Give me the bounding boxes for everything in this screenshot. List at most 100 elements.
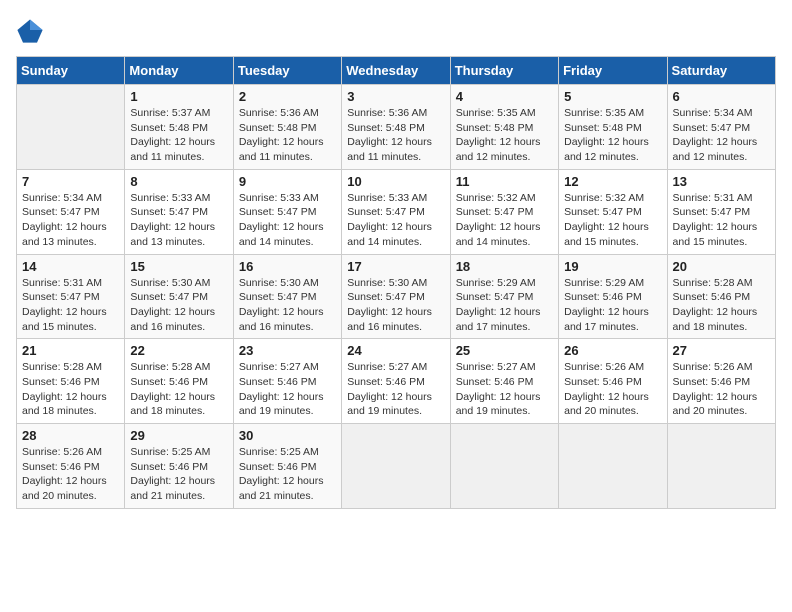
day-number: 17	[347, 259, 444, 274]
day-number: 18	[456, 259, 553, 274]
day-info: Sunrise: 5:26 AMSunset: 5:46 PMDaylight:…	[564, 360, 661, 419]
day-number: 22	[130, 343, 227, 358]
day-number: 21	[22, 343, 119, 358]
day-number: 27	[673, 343, 770, 358]
day-cell: 25 Sunrise: 5:27 AMSunset: 5:46 PMDayligh…	[450, 339, 558, 424]
day-info: Sunrise: 5:34 AMSunset: 5:47 PMDaylight:…	[22, 191, 119, 250]
logo	[16, 16, 48, 44]
day-number: 6	[673, 89, 770, 104]
day-cell: 30 Sunrise: 5:25 AMSunset: 5:46 PMDayligh…	[233, 424, 341, 509]
day-info: Sunrise: 5:32 AMSunset: 5:47 PMDaylight:…	[456, 191, 553, 250]
page-header	[16, 16, 776, 44]
day-info: Sunrise: 5:31 AMSunset: 5:47 PMDaylight:…	[22, 276, 119, 335]
day-info: Sunrise: 5:34 AMSunset: 5:47 PMDaylight:…	[673, 106, 770, 165]
day-number: 28	[22, 428, 119, 443]
day-info: Sunrise: 5:32 AMSunset: 5:47 PMDaylight:…	[564, 191, 661, 250]
column-header-saturday: Saturday	[667, 57, 775, 85]
column-header-friday: Friday	[559, 57, 667, 85]
day-cell	[450, 424, 558, 509]
day-number: 24	[347, 343, 444, 358]
day-info: Sunrise: 5:26 AMSunset: 5:46 PMDaylight:…	[22, 445, 119, 504]
day-number: 23	[239, 343, 336, 358]
day-number: 30	[239, 428, 336, 443]
day-cell: 22 Sunrise: 5:28 AMSunset: 5:46 PMDayligh…	[125, 339, 233, 424]
day-cell: 13 Sunrise: 5:31 AMSunset: 5:47 PMDayligh…	[667, 169, 775, 254]
day-info: Sunrise: 5:30 AMSunset: 5:47 PMDaylight:…	[130, 276, 227, 335]
day-info: Sunrise: 5:31 AMSunset: 5:47 PMDaylight:…	[673, 191, 770, 250]
column-header-thursday: Thursday	[450, 57, 558, 85]
day-cell: 28 Sunrise: 5:26 AMSunset: 5:46 PMDayligh…	[17, 424, 125, 509]
day-number: 4	[456, 89, 553, 104]
day-cell: 3 Sunrise: 5:36 AMSunset: 5:48 PMDaylight…	[342, 85, 450, 170]
day-cell: 24 Sunrise: 5:27 AMSunset: 5:46 PMDayligh…	[342, 339, 450, 424]
day-info: Sunrise: 5:28 AMSunset: 5:46 PMDaylight:…	[22, 360, 119, 419]
day-info: Sunrise: 5:33 AMSunset: 5:47 PMDaylight:…	[130, 191, 227, 250]
day-cell: 20Sunrise: 5:28 AMSunset: 5:46 PMDayligh…	[667, 254, 775, 339]
day-cell	[559, 424, 667, 509]
day-info: Sunrise: 5:33 AMSunset: 5:47 PMDaylight:…	[347, 191, 444, 250]
day-cell: 1 Sunrise: 5:37 AMSunset: 5:48 PMDaylight…	[125, 85, 233, 170]
column-header-sunday: Sunday	[17, 57, 125, 85]
column-header-monday: Monday	[125, 57, 233, 85]
day-number: 10	[347, 174, 444, 189]
day-info: Sunrise: 5:35 AMSunset: 5:48 PMDaylight:…	[456, 106, 553, 165]
day-cell: 11Sunrise: 5:32 AMSunset: 5:47 PMDayligh…	[450, 169, 558, 254]
day-number: 29	[130, 428, 227, 443]
day-number: 5	[564, 89, 661, 104]
day-cell: 4 Sunrise: 5:35 AMSunset: 5:48 PMDaylight…	[450, 85, 558, 170]
day-cell: 29 Sunrise: 5:25 AMSunset: 5:46 PMDayligh…	[125, 424, 233, 509]
day-cell: 21 Sunrise: 5:28 AMSunset: 5:46 PMDayligh…	[17, 339, 125, 424]
day-info: Sunrise: 5:27 AMSunset: 5:46 PMDaylight:…	[239, 360, 336, 419]
day-number: 2	[239, 89, 336, 104]
day-number: 13	[673, 174, 770, 189]
day-info: Sunrise: 5:37 AMSunset: 5:48 PMDaylight:…	[130, 106, 227, 165]
day-info: Sunrise: 5:27 AMSunset: 5:46 PMDaylight:…	[456, 360, 553, 419]
calendar-table: SundayMondayTuesdayWednesdayThursdayFrid…	[16, 56, 776, 509]
day-info: Sunrise: 5:29 AMSunset: 5:46 PMDaylight:…	[564, 276, 661, 335]
day-cell: 5 Sunrise: 5:35 AMSunset: 5:48 PMDaylight…	[559, 85, 667, 170]
header-row: SundayMondayTuesdayWednesdayThursdayFrid…	[17, 57, 776, 85]
day-number: 14	[22, 259, 119, 274]
day-cell: 10 Sunrise: 5:33 AMSunset: 5:47 PMDayligh…	[342, 169, 450, 254]
day-info: Sunrise: 5:33 AMSunset: 5:47 PMDaylight:…	[239, 191, 336, 250]
day-cell: 7 Sunrise: 5:34 AMSunset: 5:47 PMDaylight…	[17, 169, 125, 254]
day-cell	[342, 424, 450, 509]
day-cell: 6 Sunrise: 5:34 AMSunset: 5:47 PMDaylight…	[667, 85, 775, 170]
day-cell: 15 Sunrise: 5:30 AMSunset: 5:47 PMDayligh…	[125, 254, 233, 339]
day-info: Sunrise: 5:25 AMSunset: 5:46 PMDaylight:…	[130, 445, 227, 504]
day-info: Sunrise: 5:36 AMSunset: 5:48 PMDaylight:…	[347, 106, 444, 165]
column-header-tuesday: Tuesday	[233, 57, 341, 85]
day-info: Sunrise: 5:35 AMSunset: 5:48 PMDaylight:…	[564, 106, 661, 165]
day-cell: 17 Sunrise: 5:30 AMSunset: 5:47 PMDayligh…	[342, 254, 450, 339]
day-number: 7	[22, 174, 119, 189]
week-row-1: 1 Sunrise: 5:37 AMSunset: 5:48 PMDaylight…	[17, 85, 776, 170]
day-info: Sunrise: 5:26 AMSunset: 5:46 PMDaylight:…	[673, 360, 770, 419]
day-number: 16	[239, 259, 336, 274]
day-cell	[17, 85, 125, 170]
day-info: Sunrise: 5:36 AMSunset: 5:48 PMDaylight:…	[239, 106, 336, 165]
day-info: Sunrise: 5:28 AMSunset: 5:46 PMDaylight:…	[130, 360, 227, 419]
day-number: 19	[564, 259, 661, 274]
day-cell: 8Sunrise: 5:33 AMSunset: 5:47 PMDaylight…	[125, 169, 233, 254]
day-cell: 14 Sunrise: 5:31 AMSunset: 5:47 PMDayligh…	[17, 254, 125, 339]
day-info: Sunrise: 5:27 AMSunset: 5:46 PMDaylight:…	[347, 360, 444, 419]
day-cell	[667, 424, 775, 509]
day-cell: 27 Sunrise: 5:26 AMSunset: 5:46 PMDayligh…	[667, 339, 775, 424]
day-cell: 12 Sunrise: 5:32 AMSunset: 5:47 PMDayligh…	[559, 169, 667, 254]
day-cell: 18Sunrise: 5:29 AMSunset: 5:47 PMDayligh…	[450, 254, 558, 339]
day-number: 25	[456, 343, 553, 358]
day-info: Sunrise: 5:30 AMSunset: 5:47 PMDaylight:…	[239, 276, 336, 335]
week-row-3: 14 Sunrise: 5:31 AMSunset: 5:47 PMDayligh…	[17, 254, 776, 339]
day-info: Sunrise: 5:25 AMSunset: 5:46 PMDaylight:…	[239, 445, 336, 504]
day-number: 3	[347, 89, 444, 104]
week-row-5: 28 Sunrise: 5:26 AMSunset: 5:46 PMDayligh…	[17, 424, 776, 509]
day-number: 12	[564, 174, 661, 189]
day-number: 20	[673, 259, 770, 274]
day-info: Sunrise: 5:30 AMSunset: 5:47 PMDaylight:…	[347, 276, 444, 335]
logo-icon	[16, 16, 44, 44]
day-number: 15	[130, 259, 227, 274]
day-number: 1	[130, 89, 227, 104]
day-number: 9	[239, 174, 336, 189]
week-row-4: 21 Sunrise: 5:28 AMSunset: 5:46 PMDayligh…	[17, 339, 776, 424]
day-cell: 9 Sunrise: 5:33 AMSunset: 5:47 PMDaylight…	[233, 169, 341, 254]
